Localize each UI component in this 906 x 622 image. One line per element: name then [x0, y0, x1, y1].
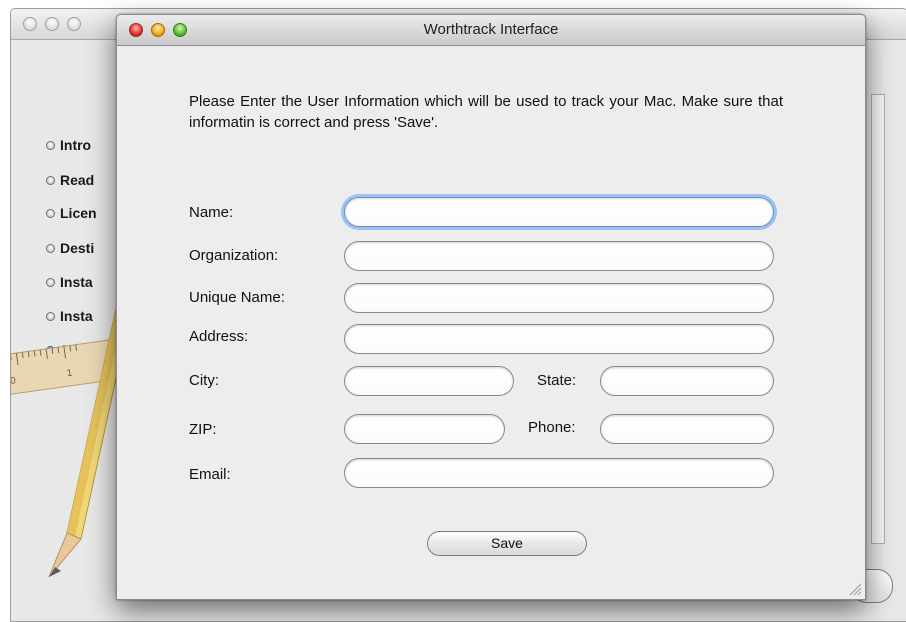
step-destination: Desti: [46, 238, 94, 258]
name-input[interactable]: [344, 197, 774, 227]
name-label: Name:: [189, 204, 234, 221]
address-label: Address:: [189, 328, 249, 345]
step-installation-type: Insta: [46, 272, 93, 292]
address-input[interactable]: [344, 324, 774, 354]
installer-close-icon[interactable]: [23, 17, 37, 31]
instructions-text: Please Enter the User Information which …: [189, 93, 783, 131]
unique-name-input[interactable]: [344, 283, 774, 313]
step-bullet-icon: [46, 278, 55, 287]
worthtrack-dialog: Worthtrack Interface Please Enter the Us…: [116, 14, 866, 600]
pencil-ruler-icon: 0 1: [11, 309, 121, 578]
step-bullet-icon: [46, 141, 55, 150]
save-button[interactable]: Save: [427, 531, 587, 556]
resize-grip-icon[interactable]: [848, 582, 862, 596]
installer-zoom-icon[interactable]: [67, 17, 81, 31]
installer-content-panel: [871, 94, 885, 544]
state-input[interactable]: [600, 366, 774, 396]
step-bullet-icon: [46, 244, 55, 253]
email-input[interactable]: [344, 458, 774, 488]
dialog-titlebar: Worthtrack Interface: [117, 15, 865, 46]
organization-label: Organization:: [189, 247, 279, 264]
step-bullet-icon: [46, 176, 55, 185]
step-bullet-icon: [46, 209, 55, 218]
unique-name-label: Unique Name:: [189, 289, 285, 306]
city-input[interactable]: [344, 366, 514, 396]
step-read-me: Read: [46, 170, 94, 190]
installer-minimize-icon[interactable]: [45, 17, 59, 31]
phone-input[interactable]: [600, 414, 774, 444]
state-label: State:: [537, 372, 577, 389]
organization-input[interactable]: [344, 241, 774, 271]
email-label: Email:: [189, 466, 231, 483]
phone-label: Phone:: [528, 419, 576, 436]
city-label: City:: [189, 372, 219, 389]
step-introduction: Intro: [46, 135, 91, 155]
zip-label: ZIP:: [189, 421, 217, 438]
zip-input[interactable]: [344, 414, 505, 444]
window-title: Worthtrack Interface: [423, 21, 559, 38]
step-license: Licen: [46, 203, 97, 223]
